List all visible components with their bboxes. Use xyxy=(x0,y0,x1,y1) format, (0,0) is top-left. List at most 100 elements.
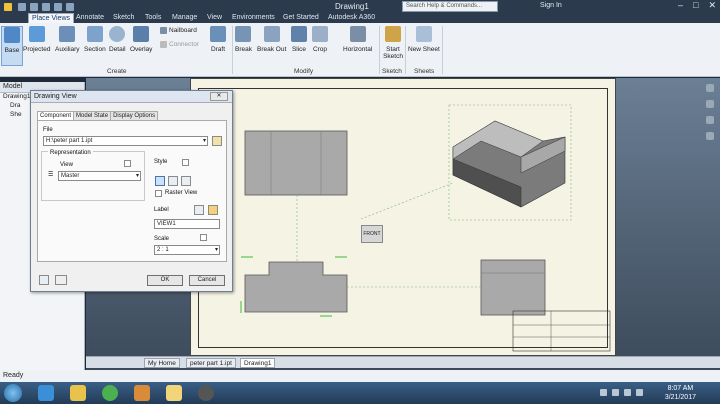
taskbar: 8:07 AM 3/21/2017 xyxy=(0,382,720,404)
chevron-down-icon: ▾ xyxy=(135,173,139,179)
window-controls: – □ ✕ xyxy=(678,0,716,12)
horizontal-button[interactable]: Horizontal xyxy=(343,26,372,53)
zoom-icon[interactable] xyxy=(706,116,714,124)
nailboard-icon xyxy=(160,27,167,34)
tab-sketch[interactable]: Sketch xyxy=(110,13,137,23)
auxiliary-button[interactable]: Auxiliary xyxy=(55,26,80,53)
drawing-sheet[interactable]: FRONT xyxy=(190,78,616,356)
style-label: Style xyxy=(154,159,168,165)
sign-in-link[interactable]: Sign In xyxy=(540,2,562,9)
doc-tab-peter-part[interactable]: peter part 1.ipt xyxy=(186,358,236,368)
doc-tab-my-home[interactable]: My Home xyxy=(144,358,180,368)
inventor-icon[interactable] xyxy=(134,385,150,401)
break-button[interactable]: Break xyxy=(235,26,252,53)
connector-icon xyxy=(160,41,167,48)
new-sheet-button[interactable]: New Sheet xyxy=(408,26,440,53)
draft-button[interactable]: Draft xyxy=(210,26,226,53)
tab-view[interactable]: View xyxy=(204,13,225,23)
app-icon[interactable] xyxy=(198,385,214,401)
dialog-title[interactable]: Drawing View xyxy=(31,91,232,103)
chrome-icon[interactable] xyxy=(102,385,118,401)
top-view xyxy=(244,130,348,196)
navigation-bar xyxy=(706,84,716,184)
tab-environments[interactable]: Environments xyxy=(229,13,278,23)
bluetooth-icon[interactable] xyxy=(600,389,607,396)
tab-get-started[interactable]: Get Started xyxy=(280,13,322,23)
ie-icon[interactable] xyxy=(38,385,54,401)
minimize-icon[interactable]: – xyxy=(678,0,683,12)
close-icon[interactable]: ✕ xyxy=(708,0,716,12)
ribbon-separator xyxy=(232,26,233,74)
group-label-modify: Modify xyxy=(294,68,314,75)
break-out-button[interactable]: Break Out xyxy=(257,26,286,53)
notes-icon[interactable] xyxy=(166,385,182,401)
maximize-icon[interactable]: □ xyxy=(693,0,698,12)
view-dropdown[interactable]: Master ▾ xyxy=(58,171,141,181)
raster-view-checkbox[interactable] xyxy=(155,190,162,197)
document-tab-bar: My Home peter part 1.ipt Drawing1 xyxy=(86,356,720,368)
connector-button[interactable]: Connector xyxy=(160,41,199,48)
redo-icon[interactable] xyxy=(66,3,74,11)
label-input[interactable]: VIEW1 xyxy=(154,219,220,229)
edit-label-icon[interactable] xyxy=(208,205,218,215)
doc-tab-drawing1[interactable]: Drawing1 xyxy=(240,358,276,368)
projected-view-icon xyxy=(28,26,45,42)
base-view-icon xyxy=(4,27,20,43)
base-button[interactable]: Base xyxy=(1,26,23,66)
drawing-views xyxy=(240,104,611,352)
ok-button[interactable]: OK xyxy=(147,275,183,286)
home-icon[interactable] xyxy=(706,84,714,92)
battery-icon[interactable] xyxy=(636,389,643,396)
group-label-create: Create xyxy=(107,68,127,75)
cancel-button[interactable]: Cancel xyxy=(189,275,225,286)
tab-annotate[interactable]: Annotate xyxy=(73,13,107,23)
volume-icon[interactable] xyxy=(624,389,631,396)
projected-button[interactable]: Projected xyxy=(23,26,50,53)
app-menu-icon[interactable] xyxy=(4,3,12,11)
ribbon-panel: Base Projected Auxiliary Section Detail … xyxy=(0,23,720,77)
scale-dropdown[interactable]: 2 : 1 ▾ xyxy=(154,245,220,255)
tab-manage[interactable]: Manage xyxy=(169,13,200,23)
scale-checkbox[interactable] xyxy=(200,234,207,241)
orbit-icon[interactable] xyxy=(706,132,714,140)
label-label: Label xyxy=(154,207,169,213)
break-icon xyxy=(235,26,252,42)
help-search-input[interactable]: Search Help & Commands... xyxy=(402,1,498,12)
system-clock[interactable]: 8:07 AM 3/21/2017 xyxy=(665,384,696,402)
crop-button[interactable]: Crop xyxy=(312,26,328,53)
new-icon[interactable] xyxy=(18,3,26,11)
view-cube-front[interactable]: FRONT xyxy=(361,225,383,243)
tab-place-views[interactable]: Place Views xyxy=(28,13,75,23)
front-view xyxy=(244,261,348,313)
undo-icon[interactable] xyxy=(54,3,62,11)
apply-icon[interactable] xyxy=(55,275,67,285)
network-icon[interactable] xyxy=(612,389,619,396)
save-icon[interactable] xyxy=(42,3,50,11)
iso-view xyxy=(448,104,572,221)
overlay-button[interactable]: Overlay xyxy=(130,26,152,53)
group-label-sheets: Sheets xyxy=(414,68,435,75)
tab-tools[interactable]: Tools xyxy=(142,13,164,23)
section-button[interactable]: Section xyxy=(84,26,106,53)
hidden-line-removed-icon[interactable] xyxy=(168,176,178,186)
open-icon[interactable] xyxy=(30,3,38,11)
file-dropdown[interactable]: H:\peter part 1.ipt ▾ xyxy=(43,136,208,146)
view-rep-icon: ☰ xyxy=(48,172,54,178)
start-sketch-button[interactable]: Start Sketch xyxy=(382,26,404,60)
dialog-close-icon[interactable]: ✕ xyxy=(210,92,228,101)
nailboard-button[interactable]: Nailboard xyxy=(160,27,197,34)
shaded-icon[interactable] xyxy=(181,176,191,186)
explorer-icon[interactable] xyxy=(70,385,86,401)
start-button[interactable] xyxy=(4,384,22,402)
detail-button[interactable]: Detail xyxy=(109,26,126,53)
help-icon[interactable] xyxy=(39,275,49,285)
pan-icon[interactable] xyxy=(706,100,714,108)
open-file-icon[interactable] xyxy=(212,136,222,146)
hidden-line-icon[interactable] xyxy=(155,176,165,186)
view-checkbox[interactable] xyxy=(124,160,131,167)
slice-button[interactable]: Slice xyxy=(291,26,307,53)
tab-autodesk-a360[interactable]: Autodesk A360 xyxy=(325,13,378,23)
style-checkbox[interactable] xyxy=(182,159,189,166)
label-visibility-icon[interactable] xyxy=(194,205,204,215)
window-title: Drawing1 xyxy=(335,2,369,11)
